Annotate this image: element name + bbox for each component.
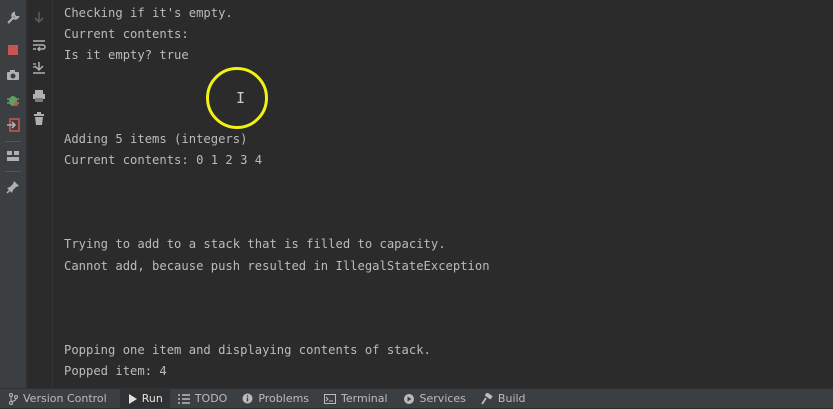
hammer-icon (481, 392, 493, 405)
left-toolbar (0, 0, 27, 388)
tab-todo[interactable]: TODO (170, 389, 235, 409)
wrench-icon[interactable] (4, 9, 22, 27)
tool-window-bar: Version Control Run TODO Problems Termin… (0, 388, 833, 409)
stop-icon[interactable] (4, 41, 22, 59)
tab-terminal[interactable]: Terminal (316, 389, 395, 409)
scroll-to-end-icon[interactable] (30, 59, 48, 77)
tab-label: TODO (194, 392, 228, 405)
tab-problems[interactable]: Problems (234, 389, 316, 409)
camera-icon[interactable] (4, 66, 22, 84)
layout-icon[interactable] (4, 147, 22, 165)
console-line: Current contents: 0 1 2 3 4 (64, 153, 263, 167)
tab-label: Build (497, 392, 526, 405)
console-output[interactable]: Checking if it's empty. Current contents… (53, 0, 833, 388)
console-line: Popped item: 4 (64, 364, 167, 378)
run-icon (128, 393, 137, 404)
tab-label: Problems (258, 392, 310, 405)
tab-build[interactable]: Build (473, 389, 533, 409)
tab-label: Version Control (23, 392, 107, 405)
console-line: Adding 5 items (integers) (64, 132, 248, 146)
soft-wrap-icon[interactable] (30, 36, 48, 54)
tab-run[interactable]: Run (119, 388, 170, 409)
branch-icon (8, 392, 18, 405)
console-line: Trying to add to a stack that is filled … (64, 237, 446, 251)
pin-icon[interactable] (4, 178, 22, 196)
console-line: Checking if it's empty. (64, 6, 233, 20)
console-line: Current contents: (64, 27, 189, 41)
console-line: Cannot add, because push resulted in Ill… (64, 259, 490, 273)
tab-label: Services (419, 392, 466, 405)
console-toolbar (27, 0, 53, 388)
print-icon[interactable] (30, 86, 48, 104)
terminal-icon (324, 393, 337, 404)
tab-version-control[interactable]: Version Control (0, 389, 114, 409)
tab-label: Run (141, 392, 163, 405)
info-icon (242, 393, 253, 404)
tab-label: Terminal (341, 392, 388, 405)
trash-icon[interactable] (30, 110, 48, 128)
text-cursor-icon: I (236, 89, 246, 107)
down-arrow-icon[interactable] (30, 9, 48, 27)
tab-services[interactable]: Services (395, 389, 473, 409)
exit-icon[interactable] (4, 116, 22, 134)
list-icon (177, 393, 190, 404)
debug-icon[interactable] (4, 91, 22, 109)
console-line: Popping one item and displaying contents… (64, 343, 431, 357)
console-line: Is it empty? true (64, 48, 189, 62)
services-icon (403, 393, 415, 405)
